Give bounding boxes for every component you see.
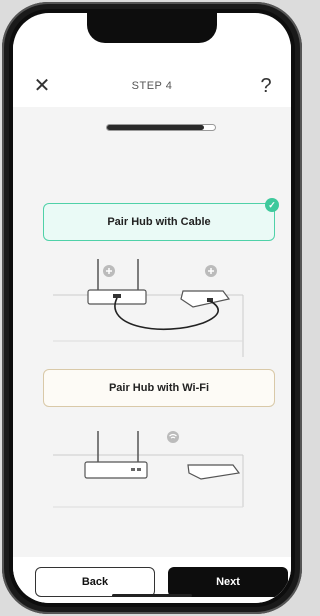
cable-illustration <box>53 259 244 357</box>
progress-fill <box>107 125 205 130</box>
pair-wifi-label: Pair Hub with Wi-Fi <box>108 382 210 394</box>
back-button[interactable]: Back <box>35 567 155 597</box>
content-area: Pair Hub with Cable ✓ Pair Hub with Wi-F… <box>13 107 291 557</box>
next-button[interactable]: Next <box>168 567 288 597</box>
phone-notch <box>87 13 217 43</box>
pair-cable-label: Pair Hub with Cable <box>107 216 211 228</box>
wifi-illustration <box>53 431 244 508</box>
pair-cable-option[interactable]: Pair Hub with Cable ✓ <box>43 198 279 241</box>
progress-bar <box>106 124 216 131</box>
checkmark-icon: ✓ <box>265 198 279 212</box>
help-button[interactable]: ? <box>255 73 277 99</box>
header: ✕ STEP 4 ? <box>13 43 291 107</box>
pair-wifi-option[interactable]: Pair Hub with Wi-Fi <box>43 369 275 407</box>
step-title: STEP 4 <box>131 80 173 92</box>
app-screen: ✕ STEP 4 ? Pair Hub with Cable ✓ Pair Hu… <box>13 13 291 603</box>
home-indicator <box>112 594 192 597</box>
